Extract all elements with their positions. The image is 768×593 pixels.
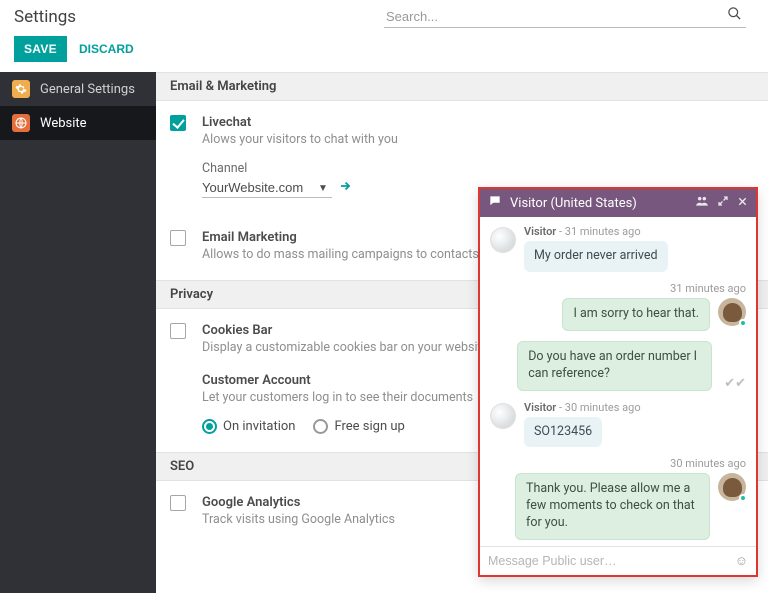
channel-label: Channel (202, 161, 754, 176)
presence-dot (739, 494, 747, 502)
read-receipt-icon: ✔✔ (724, 376, 746, 391)
radio-free-signup-label: Free sign up (334, 419, 404, 434)
search-wrap (384, 6, 754, 28)
radio-on-invitation-input[interactable] (202, 419, 217, 434)
sidebar-item-label: General Settings (40, 82, 135, 97)
close-icon[interactable] (737, 195, 748, 211)
chat-title: Visitor (United States) (510, 196, 637, 211)
discard-button[interactable]: DISCARD (79, 42, 134, 56)
sidebar-item-general[interactable]: General Settings (0, 72, 156, 106)
msg-time: - 30 minutes ago (559, 401, 641, 414)
radio-on-invitation-label: On invitation (223, 419, 295, 434)
search-icon[interactable] (727, 6, 742, 25)
livechat-checkbox[interactable] (170, 115, 186, 131)
chat-message: Do you have an order number I can refere… (490, 341, 746, 391)
presence-dot (739, 319, 747, 327)
msg-sender: Visitor (524, 401, 556, 414)
emoji-icon[interactable]: ☺ (735, 553, 748, 569)
msg-text: I am sorry to hear that. (562, 298, 710, 331)
top-bar: Settings (0, 0, 768, 32)
msg-text: Thank you. Please allow me a few moments… (515, 473, 710, 540)
msg-sender: Visitor (524, 225, 556, 238)
chat-window: Visitor (United States) Visitor - 31 min… (478, 187, 758, 577)
livechat-desc: Alows your visitors to chat with you (202, 132, 754, 147)
globe-icon (12, 114, 30, 132)
save-button[interactable]: SAVE (14, 36, 67, 62)
msg-time: - 31 minutes ago (559, 225, 641, 238)
gear-icon (12, 80, 30, 98)
email-marketing-checkbox[interactable] (170, 230, 186, 246)
chat-message: Visitor - 31 minutes ago My order never … (490, 225, 746, 272)
radio-free-signup[interactable]: Free sign up (313, 419, 404, 434)
msg-text: Do you have an order number I can refere… (517, 341, 712, 391)
msg-time: 31 minutes ago (670, 282, 746, 295)
channel-dropdown[interactable] (202, 178, 332, 198)
msg-text: SO123456 (524, 417, 602, 448)
sidebar: General Settings Website (0, 72, 156, 593)
page-title: Settings (14, 7, 76, 27)
chat-body: Visitor - 31 minutes ago My order never … (480, 217, 756, 546)
chat-message: 30 minutes ago Thank you. Please allow m… (490, 457, 746, 540)
sidebar-item-website[interactable]: Website (0, 106, 156, 140)
search-input[interactable] (384, 6, 746, 28)
cookies-checkbox[interactable] (170, 323, 186, 339)
livechat-title: Livechat (202, 115, 754, 130)
msg-text: My order never arrived (524, 241, 668, 272)
chat-icon (488, 194, 502, 212)
chat-message: Visitor - 30 minutes ago SO123456 (490, 401, 746, 448)
radio-on-invitation[interactable]: On invitation (202, 419, 295, 434)
msg-time: 30 minutes ago (670, 457, 746, 470)
chat-input-bar: ☺ (480, 546, 756, 575)
section-email-marketing: Email & Marketing (156, 72, 768, 101)
ga-checkbox[interactable] (170, 495, 186, 511)
users-icon[interactable] (695, 194, 709, 212)
chat-message: 31 minutes ago I am sorry to hear that. (490, 282, 746, 331)
radio-free-signup-input[interactable] (313, 419, 328, 434)
chat-input[interactable] (488, 554, 727, 568)
external-link-icon[interactable] (338, 179, 352, 197)
chat-header[interactable]: Visitor (United States) (480, 189, 756, 217)
expand-icon[interactable] (717, 195, 729, 211)
avatar-visitor (490, 227, 516, 253)
action-bar: SAVE DISCARD (0, 32, 768, 72)
avatar-visitor (490, 403, 516, 429)
sidebar-item-label: Website (40, 116, 87, 131)
